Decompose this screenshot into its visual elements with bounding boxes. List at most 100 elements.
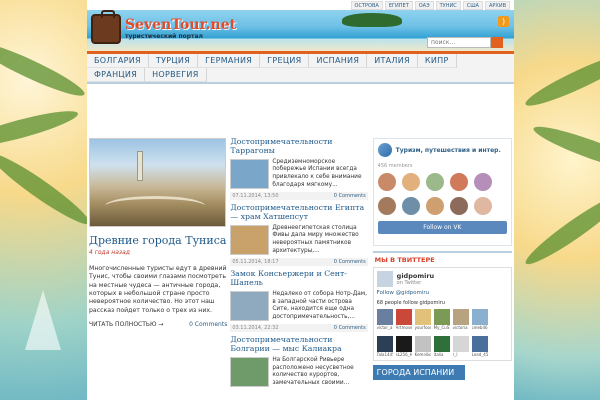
post-title[interactable]: Достопримечательности Болгарии — мыс Кал… bbox=[230, 335, 367, 354]
twitter-follower[interactable]: Kemnikov bbox=[414, 336, 431, 357]
comments-link[interactable]: 0 Comments bbox=[334, 325, 366, 331]
post-title[interactable]: Достопримечательности Таррагоны bbox=[230, 137, 367, 156]
avatar[interactable] bbox=[377, 173, 396, 191]
nav-item[interactable]: ИСПАНИЯ bbox=[309, 54, 368, 68]
main-content: Древние города Туниса 4 года назад Много… bbox=[87, 137, 514, 391]
avatar[interactable] bbox=[449, 173, 468, 191]
twitter-widget: gidpomiru on Twitter Follow @gidpomiru 6… bbox=[372, 267, 512, 361]
post-date: 03.11.2014, 22:32 bbox=[232, 325, 279, 332]
comments-link[interactable]: 0 Comments bbox=[189, 321, 227, 328]
nav-item[interactable]: ТУРЦИЯ bbox=[148, 54, 199, 68]
ad-space bbox=[87, 84, 514, 138]
top-menu-link[interactable]: ТУНИС bbox=[435, 1, 461, 10]
avatar[interactable] bbox=[401, 173, 420, 191]
nav-item[interactable]: КИПР bbox=[417, 54, 457, 68]
list-item: Достопримечательности Египта — храм Хатш… bbox=[230, 203, 368, 267]
twitter-follower[interactable]: Lead_45 bbox=[471, 336, 488, 357]
post-thumbnail[interactable] bbox=[230, 290, 270, 321]
vk-follow-button[interactable]: Follow on VK bbox=[377, 221, 507, 234]
post-excerpt: Недалеко от собора Нотр-Дам, в западной … bbox=[272, 290, 368, 320]
rss-icon[interactable]: ) bbox=[498, 16, 509, 27]
search-box bbox=[427, 37, 507, 48]
featured-title[interactable]: Древние города Туниса bbox=[89, 234, 227, 247]
sidebar: Туризм, путешествия и интер. 456 members… bbox=[372, 138, 512, 391]
background-right bbox=[510, 0, 600, 400]
main-navigation: БОЛГАРИЯ ТУРЦИЯ ГЕРМАНИЯ ГРЕЦИЯ ИСПАНИЯ … bbox=[87, 51, 514, 84]
top-menu: ОСТРОВА ЕГИПЕТ ОАЭ ТУНИС США АРХИВ bbox=[87, 0, 514, 10]
twitter-follower[interactable]: Artmose bbox=[395, 309, 412, 330]
featured-date: 4 года назад bbox=[89, 249, 130, 256]
featured-image[interactable] bbox=[89, 138, 226, 227]
search-button[interactable] bbox=[491, 37, 503, 48]
top-menu-link[interactable]: ОАЭ bbox=[414, 1, 434, 10]
site-logo[interactable]: SevenTour.net туристический портал bbox=[91, 10, 237, 44]
twitter-follower[interactable]: My_CuST bbox=[433, 309, 450, 330]
comments-link[interactable]: 0 Comments bbox=[334, 193, 366, 199]
logo-title: SevenTour.net bbox=[125, 17, 237, 33]
nav-item[interactable]: ГЕРМАНИЯ bbox=[198, 54, 261, 68]
avatar[interactable] bbox=[425, 173, 444, 191]
twitter-username[interactable]: gidpomiru bbox=[397, 272, 435, 280]
twitter-follower[interactable]: victoria bbox=[452, 309, 469, 330]
nav-item[interactable]: НОРВЕГИЯ bbox=[145, 68, 207, 82]
featured-excerpt: Многочисленные туристы едут в древний Ту… bbox=[89, 265, 227, 314]
vk-widget: Туризм, путешествия и интер. 456 members… bbox=[372, 138, 512, 246]
twitter-follower[interactable]: italia bbox=[433, 336, 450, 357]
logo-subtitle: туристический портал bbox=[125, 33, 203, 40]
post-title[interactable]: Замок Консьержери и Сент-Шапель bbox=[230, 269, 367, 288]
list-item: Достопримечательности Таррагоны Средизем… bbox=[230, 137, 368, 201]
post-excerpt: На Болгарской Ривьере расположено несусв… bbox=[272, 357, 354, 386]
page-wrapper: ОСТРОВА ЕГИПЕТ ОАЭ ТУНИС США АРХИВ Seven… bbox=[87, 0, 514, 400]
top-menu-link[interactable]: США bbox=[462, 1, 483, 10]
nav-item[interactable]: БОЛГАРИЯ bbox=[87, 54, 149, 68]
vk-members bbox=[377, 173, 507, 215]
twitter-follower[interactable]: victor_a bbox=[376, 309, 393, 330]
top-menu-link[interactable]: ЕГИПЕТ bbox=[384, 1, 413, 10]
top-menu-link[interactable]: АРХИВ bbox=[484, 1, 510, 10]
post-list: Достопримечательности Таррагоны Средизем… bbox=[230, 137, 368, 391]
avatar[interactable] bbox=[425, 197, 444, 215]
background-left bbox=[0, 0, 90, 400]
vk-group-name[interactable]: Туризм, путешествия и интер. bbox=[396, 147, 501, 154]
avatar[interactable] bbox=[377, 197, 396, 215]
read-more-link[interactable]: ЧИТАТЬ ПОЛНОСТЬЮ → bbox=[89, 321, 163, 328]
avatar[interactable] bbox=[473, 173, 492, 191]
avatar[interactable] bbox=[449, 197, 468, 215]
twitter-follower[interactable]: yourfood bbox=[414, 309, 431, 330]
comments-link[interactable]: 0 Comments bbox=[334, 259, 366, 265]
twitter-follower[interactable]: celeb46 bbox=[471, 309, 488, 330]
twitter-follower[interactable]: Tala1445 bbox=[376, 336, 393, 357]
avatar[interactable] bbox=[401, 197, 420, 215]
post-thumbnail[interactable] bbox=[230, 357, 270, 387]
top-menu-link[interactable]: ОСТРОВА bbox=[350, 1, 383, 10]
post-date: 07.11.2014, 13:50 bbox=[232, 193, 279, 200]
post-thumbnail[interactable] bbox=[230, 224, 270, 255]
vk-member-count: 456 members bbox=[377, 163, 413, 169]
vk-group-avatar[interactable] bbox=[377, 143, 392, 157]
post-date: 05.11.2014, 18:17 bbox=[232, 259, 279, 266]
post-thumbnail[interactable] bbox=[230, 158, 270, 189]
avatar[interactable] bbox=[473, 197, 492, 215]
featured-post: Древние города Туниса 4 года назад Много… bbox=[89, 138, 227, 391]
twitter-followers: victor_a Artmose yourfood My_CuST victor… bbox=[376, 309, 508, 357]
twitter-follower[interactable]: sL256_Hj bbox=[395, 336, 412, 357]
nav-item[interactable]: ГРЕЦИЯ bbox=[260, 54, 310, 68]
post-title[interactable]: Достопримечательности Египта — храм Хатш… bbox=[230, 203, 367, 222]
section-heading[interactable]: ГОРОДА ИСПАНИИ bbox=[372, 365, 465, 380]
header-island-image bbox=[342, 13, 402, 27]
list-item: Достопримечательности Болгарии — мыс Кал… bbox=[230, 335, 367, 387]
twitter-on-label: on Twitter bbox=[396, 280, 422, 286]
site-header: SevenTour.net туристический портал ) bbox=[87, 10, 514, 51]
list-item: Замок Консьержери и Сент-Шапель Недалеко… bbox=[230, 269, 368, 333]
suitcase-icon bbox=[91, 10, 121, 44]
nav-item[interactable]: ИТАЛИЯ bbox=[367, 54, 418, 68]
nav-item[interactable]: ФРАНЦИЯ bbox=[87, 68, 146, 82]
twitter-follow-button[interactable]: Follow @gidpomiru bbox=[377, 290, 508, 296]
twitter-follower-count: 68 people follow gidpomiru bbox=[376, 300, 445, 306]
post-excerpt: Средиземноморское побережье Испании всег… bbox=[272, 158, 362, 188]
twitter-follower[interactable]: r_l bbox=[452, 336, 469, 357]
search-input[interactable] bbox=[427, 37, 491, 48]
post-excerpt: Древнеегипетская столица Фивы дала миру … bbox=[272, 224, 359, 254]
twitter-header: МЫ В ТВИТТЕРЕ bbox=[372, 251, 512, 267]
avatar[interactable] bbox=[376, 271, 393, 287]
